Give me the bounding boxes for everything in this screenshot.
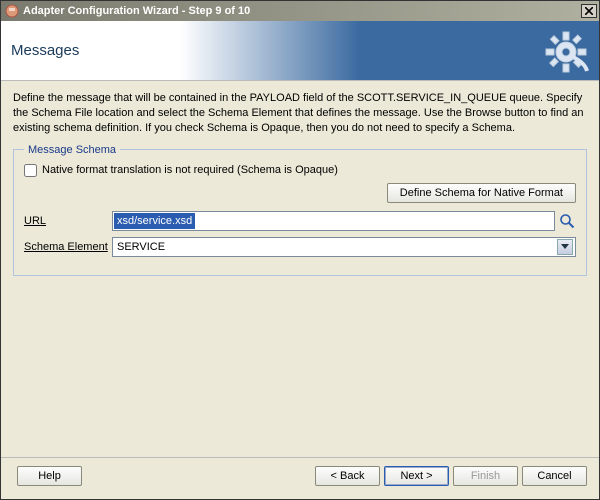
- content-area: Define the message that will be containe…: [1, 81, 599, 457]
- opaque-checkbox-label[interactable]: Native format translation is not require…: [42, 164, 338, 176]
- next-button[interactable]: Next >: [384, 466, 449, 486]
- description-text: Define the message that will be containe…: [13, 91, 587, 136]
- url-input[interactable]: xsd/service.xsd: [112, 211, 555, 231]
- schema-element-label: Schema Element: [24, 241, 112, 253]
- cancel-button[interactable]: Cancel: [522, 466, 587, 486]
- window-title: Adapter Configuration Wizard - Step 9 of…: [23, 5, 581, 17]
- browse-button[interactable]: [558, 212, 576, 230]
- schema-element-value: SERVICE: [117, 241, 165, 253]
- wizard-header: Messages: [1, 21, 599, 81]
- chevron-down-icon[interactable]: [557, 239, 573, 255]
- url-label: URL: [24, 215, 112, 227]
- opaque-checkbox[interactable]: [24, 164, 37, 177]
- finish-button: Finish: [453, 466, 518, 486]
- app-icon: [5, 4, 19, 18]
- back-button[interactable]: < Back: [315, 466, 380, 486]
- titlebar: Adapter Configuration Wizard - Step 9 of…: [1, 1, 599, 21]
- help-button[interactable]: Help: [17, 466, 82, 486]
- gear-icon: [543, 29, 589, 78]
- close-button[interactable]: [581, 4, 597, 18]
- wizard-footer: Help < Back Next > Finish Cancel: [1, 457, 599, 494]
- page-heading: Messages: [11, 42, 79, 59]
- schema-element-select[interactable]: SERVICE: [112, 237, 576, 257]
- message-schema-legend: Message Schema: [24, 144, 120, 156]
- define-schema-native-button[interactable]: Define Schema for Native Format: [387, 183, 576, 203]
- message-schema-group: Message Schema Native format translation…: [13, 144, 587, 276]
- url-value: xsd/service.xsd: [114, 213, 195, 229]
